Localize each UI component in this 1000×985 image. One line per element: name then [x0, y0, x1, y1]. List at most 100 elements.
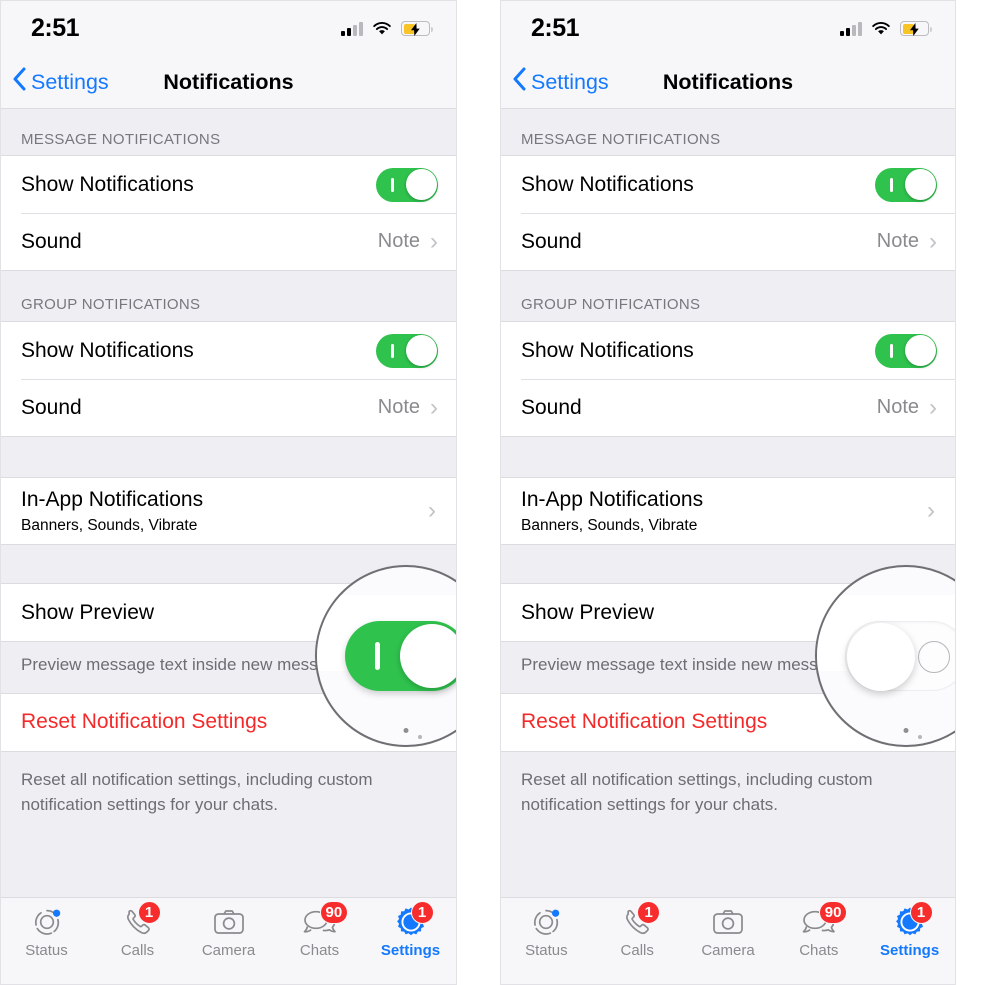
row-label: Show Notifications: [21, 172, 194, 196]
battery-charging-icon: [401, 21, 434, 36]
navigation-bar: Settings Notifications: [1, 56, 456, 109]
tab-label: Settings: [879, 942, 940, 959]
row-show-notifications-message[interactable]: Show Notifications: [501, 156, 955, 213]
chevron-left-icon: [12, 67, 26, 97]
show-notifications-group-toggle[interactable]: [875, 333, 937, 368]
phone-panel-toggle-off: 2:51 Settings Notifications MESSAGE NOTI…: [500, 0, 956, 985]
magnifier-dot: [903, 728, 909, 733]
calls-badge: 1: [637, 901, 661, 924]
section-header-message-notifications: MESSAGE NOTIFICATIONS: [1, 109, 456, 155]
show-preview-toggle-zoomed[interactable]: [345, 621, 456, 691]
row-value: Note: [876, 230, 919, 252]
section-in-app-notifications: In-App Notifications Banners, Sounds, Vi…: [1, 477, 456, 545]
row-in-app-notifications[interactable]: In-App Notifications Banners, Sounds, Vi…: [501, 478, 955, 544]
row-label: Show Notifications: [521, 172, 694, 196]
tab-label: Settings: [380, 942, 441, 959]
row-label: Sound: [21, 395, 82, 419]
camera-icon: [708, 904, 748, 940]
tab-calls[interactable]: 1 Calls: [592, 901, 683, 959]
comparison-screenshot: 2:51 Settings Notifications MESSAGE NOTI…: [0, 0, 1000, 985]
row-value: Note: [377, 230, 420, 252]
tab-settings[interactable]: 1 Settings: [365, 901, 456, 959]
status-bar-clock: 2:51: [31, 14, 80, 42]
tab-label: Camera: [701, 942, 755, 959]
tab-camera[interactable]: Camera: [183, 904, 274, 959]
row-in-app-notifications[interactable]: In-App Notifications Banners, Sounds, Vi…: [1, 478, 456, 544]
tab-label: Chats: [799, 942, 839, 959]
row-show-notifications-group[interactable]: Show Notifications: [501, 322, 955, 379]
chevron-right-icon: ›: [927, 497, 935, 524]
row-show-notifications-message[interactable]: Show Notifications: [1, 156, 456, 213]
status-bar-clock: 2:51: [531, 14, 580, 42]
row-value: Note: [377, 396, 420, 418]
row-sound-group[interactable]: Sound Note ›: [501, 379, 955, 436]
chevron-right-icon: ›: [430, 393, 438, 421]
row-show-notifications-group[interactable]: Show Notifications: [1, 322, 456, 379]
footer-reset: Reset all notification settings, includi…: [501, 751, 955, 834]
show-preview-toggle-zoomed[interactable]: [845, 621, 955, 691]
section-in-app-notifications: In-App Notifications Banners, Sounds, Vi…: [501, 477, 955, 545]
tab-status[interactable]: Status: [501, 904, 592, 959]
status-bar-icons: [341, 21, 434, 36]
tab-label: Status: [525, 942, 568, 959]
gear-icon: 1: [391, 901, 434, 940]
chevron-right-icon: ›: [428, 497, 436, 524]
camera-icon: [209, 904, 249, 940]
show-notifications-group-toggle[interactable]: [376, 333, 438, 368]
settings-list[interactable]: MESSAGE NOTIFICATIONS Show Notifications…: [501, 109, 955, 897]
back-to-settings-button[interactable]: Settings: [12, 67, 109, 97]
settings-list[interactable]: MESSAGE NOTIFICATIONS Show Notifications…: [1, 109, 456, 897]
wifi-icon: [372, 21, 392, 36]
row-label: In-App Notifications: [521, 488, 704, 512]
magnifier-dot: [918, 735, 923, 739]
navigation-bar: Settings Notifications: [501, 56, 955, 109]
footer-reset: Reset all notification settings, includi…: [1, 751, 456, 834]
row-label: Sound: [21, 229, 82, 253]
status-rings-icon: [526, 904, 566, 940]
tab-label: Calls: [620, 942, 654, 959]
tab-settings[interactable]: 1 Settings: [864, 901, 955, 959]
status-rings-icon: [27, 904, 67, 940]
magnifier-dot: [418, 735, 423, 739]
phone-icon: 1: [617, 901, 661, 940]
row-sound-message[interactable]: Sound Note ›: [1, 213, 456, 270]
row-label: Sound: [521, 395, 582, 419]
tab-camera[interactable]: Camera: [683, 904, 774, 959]
wifi-icon: [871, 21, 891, 36]
chevron-right-icon: ›: [929, 393, 937, 421]
battery-charging-icon: [900, 21, 933, 36]
settings-badge: 1: [410, 901, 434, 924]
row-value: Note: [876, 396, 919, 418]
cellular-signal-icon: [840, 21, 862, 36]
row-subtitle: Banners, Sounds, Vibrate: [521, 516, 698, 534]
tab-chats[interactable]: 90 Chats: [773, 901, 864, 959]
tab-calls[interactable]: 1 Calls: [92, 901, 183, 959]
tab-label: Calls: [120, 942, 155, 959]
back-button-label: Settings: [531, 69, 609, 94]
magnifier-dot: [403, 728, 409, 733]
tab-label: Chats: [299, 942, 340, 959]
settings-badge: 1: [909, 901, 933, 924]
row-label: Show Notifications: [21, 338, 194, 362]
chevron-left-icon: [512, 67, 526, 97]
section-header-message-notifications: MESSAGE NOTIFICATIONS: [501, 109, 955, 155]
row-label: In-App Notifications: [21, 488, 204, 512]
chats-badge: 90: [818, 901, 848, 924]
tab-bar: Status 1 Calls Camera 90 Chats 1 Setting…: [501, 897, 955, 984]
row-label: Show Notifications: [521, 338, 694, 362]
section-message-notifications: Show Notifications Sound Note ›: [1, 155, 456, 271]
show-notifications-message-toggle[interactable]: [376, 167, 438, 202]
show-notifications-message-toggle[interactable]: [875, 167, 937, 202]
row-sound-message[interactable]: Sound Note ›: [501, 213, 955, 270]
calls-badge: 1: [137, 901, 161, 924]
section-group-notifications: Show Notifications Sound Note ›: [1, 321, 456, 437]
phone-panel-toggle-on: 2:51 Settings Notifications MESSAGE NOTI…: [0, 0, 457, 985]
chevron-right-icon: ›: [430, 227, 438, 255]
tab-status[interactable]: Status: [1, 904, 92, 959]
section-header-group-notifications: GROUP NOTIFICATIONS: [1, 271, 456, 321]
chevron-right-icon: ›: [929, 227, 937, 255]
tab-chats[interactable]: 90 Chats: [274, 901, 365, 959]
row-sound-group[interactable]: Sound Note ›: [1, 379, 456, 436]
back-to-settings-button[interactable]: Settings: [512, 67, 609, 97]
section-group-notifications: Show Notifications Sound Note ›: [501, 321, 955, 437]
